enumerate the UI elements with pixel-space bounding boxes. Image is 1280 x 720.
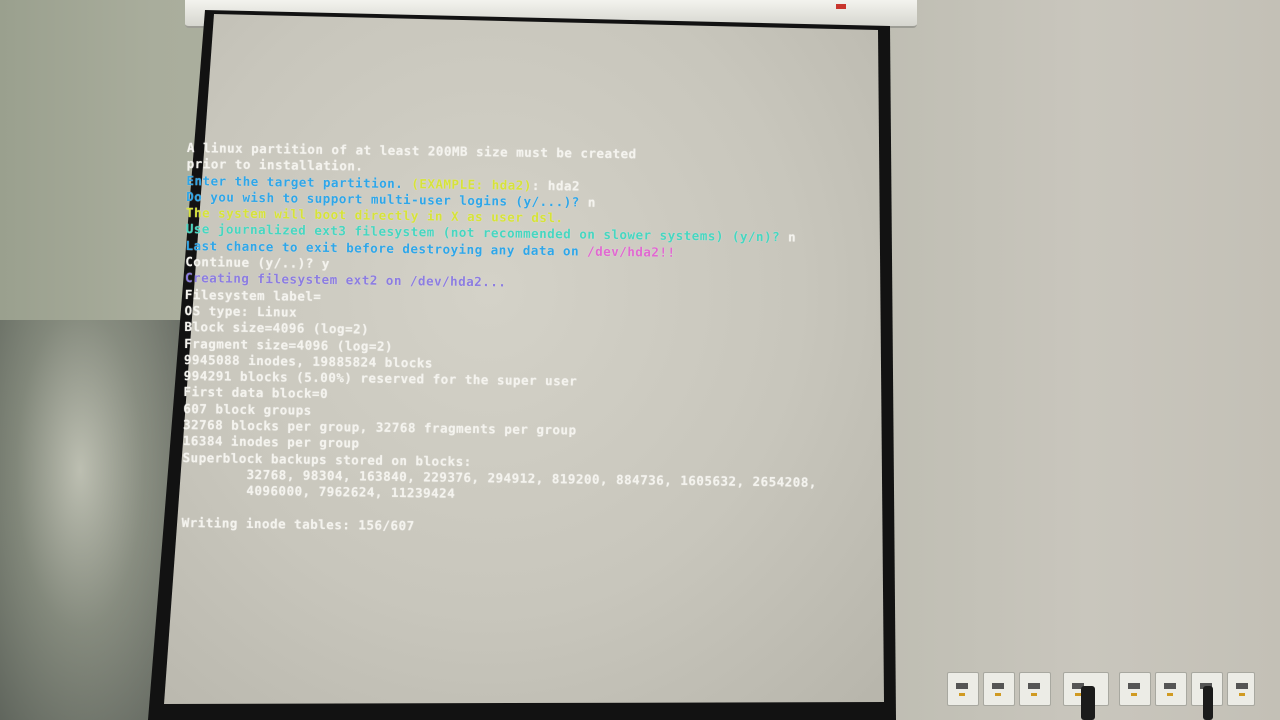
wall-socket	[1227, 672, 1255, 706]
terminal-text-segment: Enter the target partition.	[186, 172, 412, 191]
terminal-text-segment: Fragment size=4096 (log=2)	[184, 335, 394, 354]
terminal-text-segment: Writing inode tables: 156/607	[181, 514, 415, 534]
terminal-text-segment: Filesystem label=	[184, 286, 322, 304]
wall-socket	[1155, 672, 1187, 706]
wall-sockets	[945, 672, 1265, 720]
wall-socket	[947, 672, 979, 706]
wall-socket	[983, 672, 1015, 706]
terminal-text-segment: /dev/hda2!!	[586, 243, 676, 260]
power-plug	[1081, 686, 1095, 720]
terminal-text-segment: OS type: Linux	[184, 302, 298, 320]
terminal-text-segment: prior to installation.	[186, 156, 364, 174]
terminal-text-segment: : hda2	[531, 177, 581, 194]
housing-label-mark	[836, 4, 846, 9]
power-plug	[1203, 686, 1213, 720]
wall-socket	[1119, 672, 1151, 706]
terminal-text-segment: Block size=4096 (log=2)	[184, 319, 370, 337]
terminal-text-segment: (EXAMPLE: hda2)	[411, 175, 532, 193]
terminal-text-segment: 607 block groups	[183, 400, 312, 418]
terminal-output: A linux partition of at least 200MB size…	[181, 140, 877, 570]
terminal-text-segment: 16384 inodes per group	[182, 433, 360, 451]
terminal-text-segment: 9945088 inodes, 19885824 blocks	[183, 351, 434, 371]
terminal-text-segment: n	[579, 194, 596, 210]
wall-socket	[1019, 672, 1051, 706]
terminal-text-segment: Continue (y/..)? y	[185, 254, 330, 272]
terminal-text-segment: 4096000, 7962624, 11239424	[182, 482, 456, 502]
terminal-text-segment: n	[779, 229, 797, 245]
terminal-text-segment: First data block=0	[183, 384, 329, 402]
